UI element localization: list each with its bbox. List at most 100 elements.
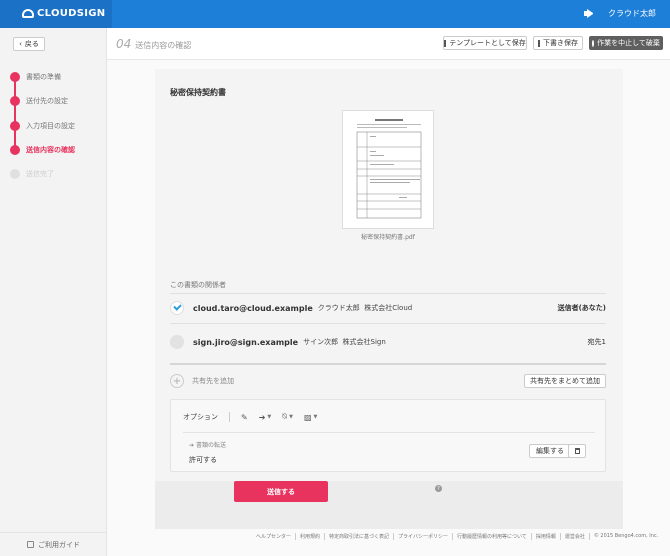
draft-icon bbox=[538, 39, 540, 47]
abort-discard-button[interactable]: 作業を中止して破棄 bbox=[589, 36, 663, 50]
pencil-icon[interactable]: ✎ bbox=[241, 413, 248, 422]
footer-link[interactable]: 採用情報 bbox=[532, 533, 561, 540]
add-share-link[interactable]: 共有先を追加 bbox=[192, 376, 234, 386]
chevron-down-icon: ▼ bbox=[289, 414, 293, 420]
document-filename: 秘密保持契約書.pdf bbox=[361, 234, 415, 241]
step-dot bbox=[10, 145, 20, 155]
step-dot bbox=[10, 121, 20, 131]
arrow-right-icon: ➔ bbox=[258, 412, 266, 422]
top-bar: CLOUDSIGN クラウド太郎 bbox=[0, 0, 670, 28]
check-icon bbox=[170, 301, 184, 315]
footer-link[interactable]: プライバシーポリシー bbox=[394, 533, 453, 540]
save-template-button[interactable]: テンプレートとして保存 bbox=[443, 36, 527, 50]
step-item-fields: 入力項目の設定 bbox=[10, 121, 75, 131]
header-right: クラウド太郎 bbox=[584, 8, 656, 19]
stop-icon bbox=[592, 39, 595, 47]
main-content: 秘密保持契約書 秘密保持契約書.pdf この書類の関係者 cloud.taro@… bbox=[107, 60, 670, 556]
divider bbox=[170, 363, 606, 365]
chevron-down-icon: ▼ bbox=[313, 414, 318, 420]
save-draft-button[interactable]: 下書き保存 bbox=[533, 36, 583, 50]
party-company: 株式会社Cloud bbox=[364, 304, 413, 312]
book-icon bbox=[27, 541, 34, 548]
abort-label: 作業を中止して破棄 bbox=[597, 39, 660, 47]
logo-text: CLOUDSIGN bbox=[37, 8, 106, 19]
document-thumbnail[interactable] bbox=[342, 110, 434, 229]
party-role: 送信者(あなた) bbox=[557, 304, 606, 312]
party-name: クラウド太郎 bbox=[317, 304, 360, 312]
footer-link[interactable]: 利用規約 bbox=[296, 533, 326, 540]
footer-links: ヘルプセンター 利用規約 特定商取引法に基づく表記 プライバシーポリシー 行動履… bbox=[252, 533, 662, 540]
help-icon[interactable]: ? bbox=[435, 485, 442, 492]
sub-header: 04 送信内容の確認 テンプレートとして保存 下書き保存 作業を中止して破棄 bbox=[107, 28, 670, 60]
step-progress-line bbox=[14, 77, 16, 149]
plus-icon[interactable]: + bbox=[170, 374, 184, 388]
add-share-row: + 共有先を追加 共有先をまとめて追加 bbox=[170, 370, 606, 392]
party-name-company: クラウド太郎 株式会社Cloud bbox=[318, 303, 412, 313]
document-preview-image bbox=[356, 119, 422, 219]
options-label: オプション bbox=[183, 413, 218, 421]
footer-link[interactable]: 行動履歴情報の利用等について bbox=[453, 533, 532, 540]
step-item-recipients: 送付先の設定 bbox=[10, 96, 68, 106]
notification-menu[interactable]: ⍉ ▼ bbox=[282, 412, 293, 422]
image-icon: ▨ bbox=[303, 412, 312, 422]
usage-guide-link[interactable]: ご利用ガイド bbox=[0, 532, 107, 556]
edit-option-button[interactable]: 編集する bbox=[529, 444, 571, 458]
step-number: 04 bbox=[116, 37, 132, 51]
usage-guide-label: ご利用ガイド bbox=[38, 540, 80, 549]
review-card-body: 秘密保持契約書 秘密保持契約書.pdf この書類の関係者 cloud.taro@… bbox=[155, 69, 623, 481]
trash-icon bbox=[574, 448, 580, 454]
step-label: 入力項目の設定 bbox=[26, 122, 75, 130]
app-logo[interactable]: CLOUDSIGN bbox=[22, 8, 105, 19]
review-card: 秘密保持契約書 秘密保持契約書.pdf この書類の関係者 cloud.taro@… bbox=[155, 69, 623, 529]
document-title: 秘密保持契約書 bbox=[170, 88, 226, 97]
step-label: 送信完了 bbox=[26, 170, 54, 178]
sidebar: ‹ 戻る 書類の準備 送付先の設定 入力項目の設定 送信内容の確認 送信完了 ご… bbox=[0, 28, 107, 556]
attachment-menu[interactable]: ▨ ▼ bbox=[304, 413, 317, 422]
save-template-label: テンプレートとして保存 bbox=[449, 39, 526, 47]
user-menu[interactable]: クラウド太郎 bbox=[608, 8, 656, 19]
step-title: 送信内容の確認 bbox=[135, 41, 192, 50]
parties-section-label: この書類の関係者 bbox=[170, 281, 226, 289]
megaphone-icon[interactable] bbox=[584, 9, 594, 18]
party-email: cloud.taro@cloud.example bbox=[193, 303, 313, 313]
options-toolbar: オプション ✎ ➔ ▼ ⍉ ▼ ▨ ▼ bbox=[183, 412, 317, 422]
divider bbox=[170, 323, 606, 324]
bell-off-icon: ⍉ bbox=[282, 412, 288, 421]
divider bbox=[183, 432, 595, 433]
chevron-down-icon: ▼ bbox=[267, 414, 272, 420]
step-item-complete: 送信完了 bbox=[10, 169, 54, 179]
send-button[interactable]: 送信する bbox=[234, 481, 328, 502]
separator bbox=[229, 412, 230, 422]
delete-option-button[interactable] bbox=[568, 444, 586, 458]
page-title: 04 送信内容の確認 bbox=[116, 37, 191, 51]
chevron-left-icon: ‹ bbox=[19, 40, 22, 48]
footer-link[interactable]: ヘルプセンター bbox=[252, 533, 297, 540]
forward-menu[interactable]: ➔ ▼ bbox=[259, 413, 272, 422]
divider bbox=[170, 293, 606, 294]
step-item-prepare: 書類の準備 bbox=[10, 72, 61, 82]
party-role: 宛先1 bbox=[587, 338, 606, 346]
party-company: 株式会社Sign bbox=[342, 338, 386, 346]
options-panel: オプション ✎ ➔ ▼ ⍉ ▼ ▨ ▼ ➔ 書類の転送 許可する 編集する bbox=[170, 399, 606, 472]
party-row-recipient: sign.jiro@sign.example サイン次郎 株式会社Sign 宛先… bbox=[170, 331, 606, 353]
step-dot bbox=[10, 72, 20, 82]
bulk-add-share-button[interactable]: 共有先をまとめて追加 bbox=[524, 374, 606, 388]
copyright: © 2015 Bengo4.com, Inc. bbox=[593, 533, 659, 539]
step-label: 書類の準備 bbox=[26, 73, 61, 81]
back-button-label: 戻る bbox=[24, 40, 39, 48]
party-name-company: サイン次郎 株式会社Sign bbox=[303, 337, 386, 347]
party-name: サイン次郎 bbox=[303, 338, 339, 346]
save-draft-label: 下書き保存 bbox=[543, 39, 578, 47]
pending-circle-icon bbox=[170, 335, 184, 349]
step-item-confirm: 送信内容の確認 bbox=[10, 145, 75, 155]
footer-link[interactable]: 特定商取引法に基づく表記 bbox=[325, 533, 395, 540]
arrow-right-icon: ➔ bbox=[189, 442, 195, 449]
step-label: 送付先の設定 bbox=[26, 97, 68, 105]
step-label: 送信内容の確認 bbox=[26, 146, 75, 154]
footer-link[interactable]: 運営会社 bbox=[561, 533, 590, 540]
document-icon bbox=[444, 39, 447, 47]
back-button[interactable]: ‹ 戻る bbox=[13, 37, 45, 51]
cloud-logo-icon bbox=[22, 9, 34, 18]
transfer-label-text: 書類の転送 bbox=[195, 442, 226, 449]
step-dot bbox=[10, 169, 20, 179]
